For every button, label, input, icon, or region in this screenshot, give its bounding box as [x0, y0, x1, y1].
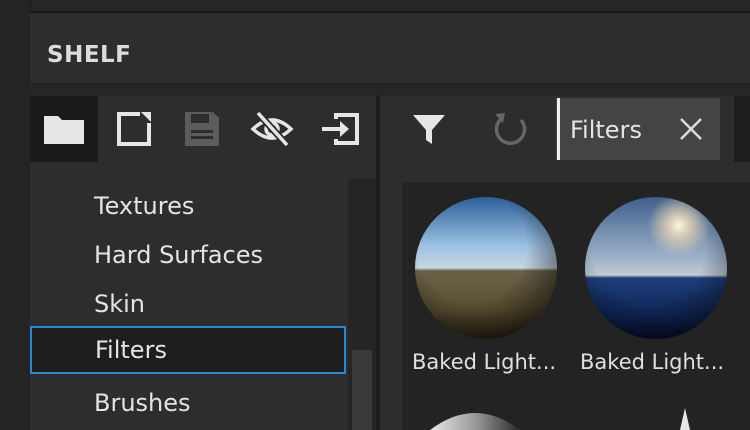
asset-label: Baked Light...	[412, 350, 557, 374]
save-icon	[185, 112, 219, 146]
search-input[interactable]	[570, 110, 670, 150]
list-item-hard-surfaces[interactable]: Hard Surfaces	[30, 231, 346, 279]
header-separator	[30, 83, 750, 96]
category-list: Textures Hard Surfaces Skin Filters Brus…	[30, 178, 348, 430]
text-caret	[557, 98, 560, 160]
folder-icon	[44, 116, 84, 144]
hide-toggle-button[interactable]	[240, 96, 304, 162]
top-bar	[0, 0, 750, 13]
asset-label: Baked Light...	[580, 350, 725, 374]
new-file-icon	[117, 112, 151, 146]
import-button[interactable]	[308, 96, 374, 162]
list-item-filters[interactable]: Filters	[30, 326, 346, 374]
folder-button[interactable]	[30, 96, 98, 162]
save-button[interactable]	[170, 96, 234, 162]
asset-tile[interactable]: Baked Light...	[412, 194, 560, 380]
hdri-sphere-thumbnail	[415, 197, 557, 339]
close-icon	[680, 118, 702, 140]
asset-thumbnail-partial[interactable]	[670, 408, 700, 430]
panel-splitter[interactable]	[376, 95, 380, 430]
toolbar-overflow	[734, 96, 750, 162]
reset-filter-button[interactable]	[486, 104, 536, 154]
list-item-textures[interactable]: Textures	[30, 182, 346, 230]
filter-icon	[413, 115, 445, 144]
list-item-brushes[interactable]: Brushes	[30, 379, 346, 427]
new-file-button[interactable]	[102, 96, 166, 162]
filter-button[interactable]	[404, 104, 454, 154]
list-scroll-thumb[interactable]	[352, 350, 372, 430]
asset-thumbnail-partial[interactable]	[420, 404, 530, 430]
import-icon	[322, 113, 359, 145]
left-dock-edge	[0, 0, 31, 430]
clear-search-button[interactable]	[674, 112, 708, 146]
hdri-sphere-thumbnail	[585, 197, 727, 339]
refresh-icon	[494, 113, 527, 146]
eye-hidden-icon	[250, 110, 294, 148]
asset-tile[interactable]: Baked Light...	[580, 194, 730, 380]
panel-title: SHELF	[47, 42, 132, 68]
list-item-skin[interactable]: Skin	[30, 280, 346, 328]
